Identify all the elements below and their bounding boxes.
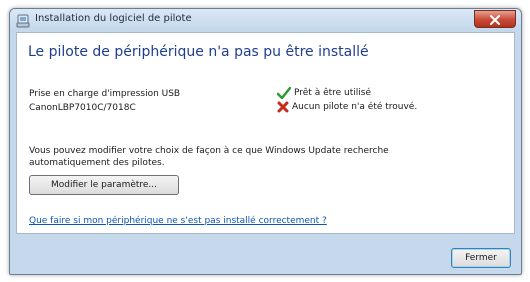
help-link[interactable]: Que faire si mon périphérique ne s'est p… — [29, 216, 327, 226]
info-text: Vous pouvez modifier votre choix de faço… — [29, 146, 389, 168]
status-ready-row: Prêt à être utilisé — [277, 87, 371, 99]
window-title: Installation du logiciel de pilote — [35, 13, 192, 24]
status-error-text: Aucun pilote n'a été trouvé. — [292, 102, 418, 112]
modify-settings-button[interactable]: Modifier le paramètre... — [29, 175, 179, 195]
device-type-label: Prise en charge d'impression USB — [29, 89, 181, 99]
close-button[interactable]: Fermer — [451, 248, 511, 268]
checkmark-icon — [277, 87, 291, 99]
status-ready-text: Prêt à être utilisé — [294, 88, 372, 98]
window-close-button[interactable] — [474, 10, 516, 28]
page-title: Le pilote de périphérique n'a pas pu êtr… — [28, 44, 369, 60]
title-bar[interactable]: Installation du logiciel de pilote — [10, 9, 521, 31]
status-error-row: Aucun pilote n'a été trouvé. — [277, 101, 417, 113]
device-setup-icon — [16, 13, 30, 28]
error-x-icon — [277, 101, 289, 113]
content-panel: Le pilote de périphérique n'a pas pu êtr… — [16, 32, 515, 234]
device-model-label: CanonLBP7010C/7018C — [29, 103, 136, 113]
close-icon — [489, 10, 501, 29]
driver-install-window: Installation du logiciel de pilote Le pi… — [9, 8, 522, 275]
